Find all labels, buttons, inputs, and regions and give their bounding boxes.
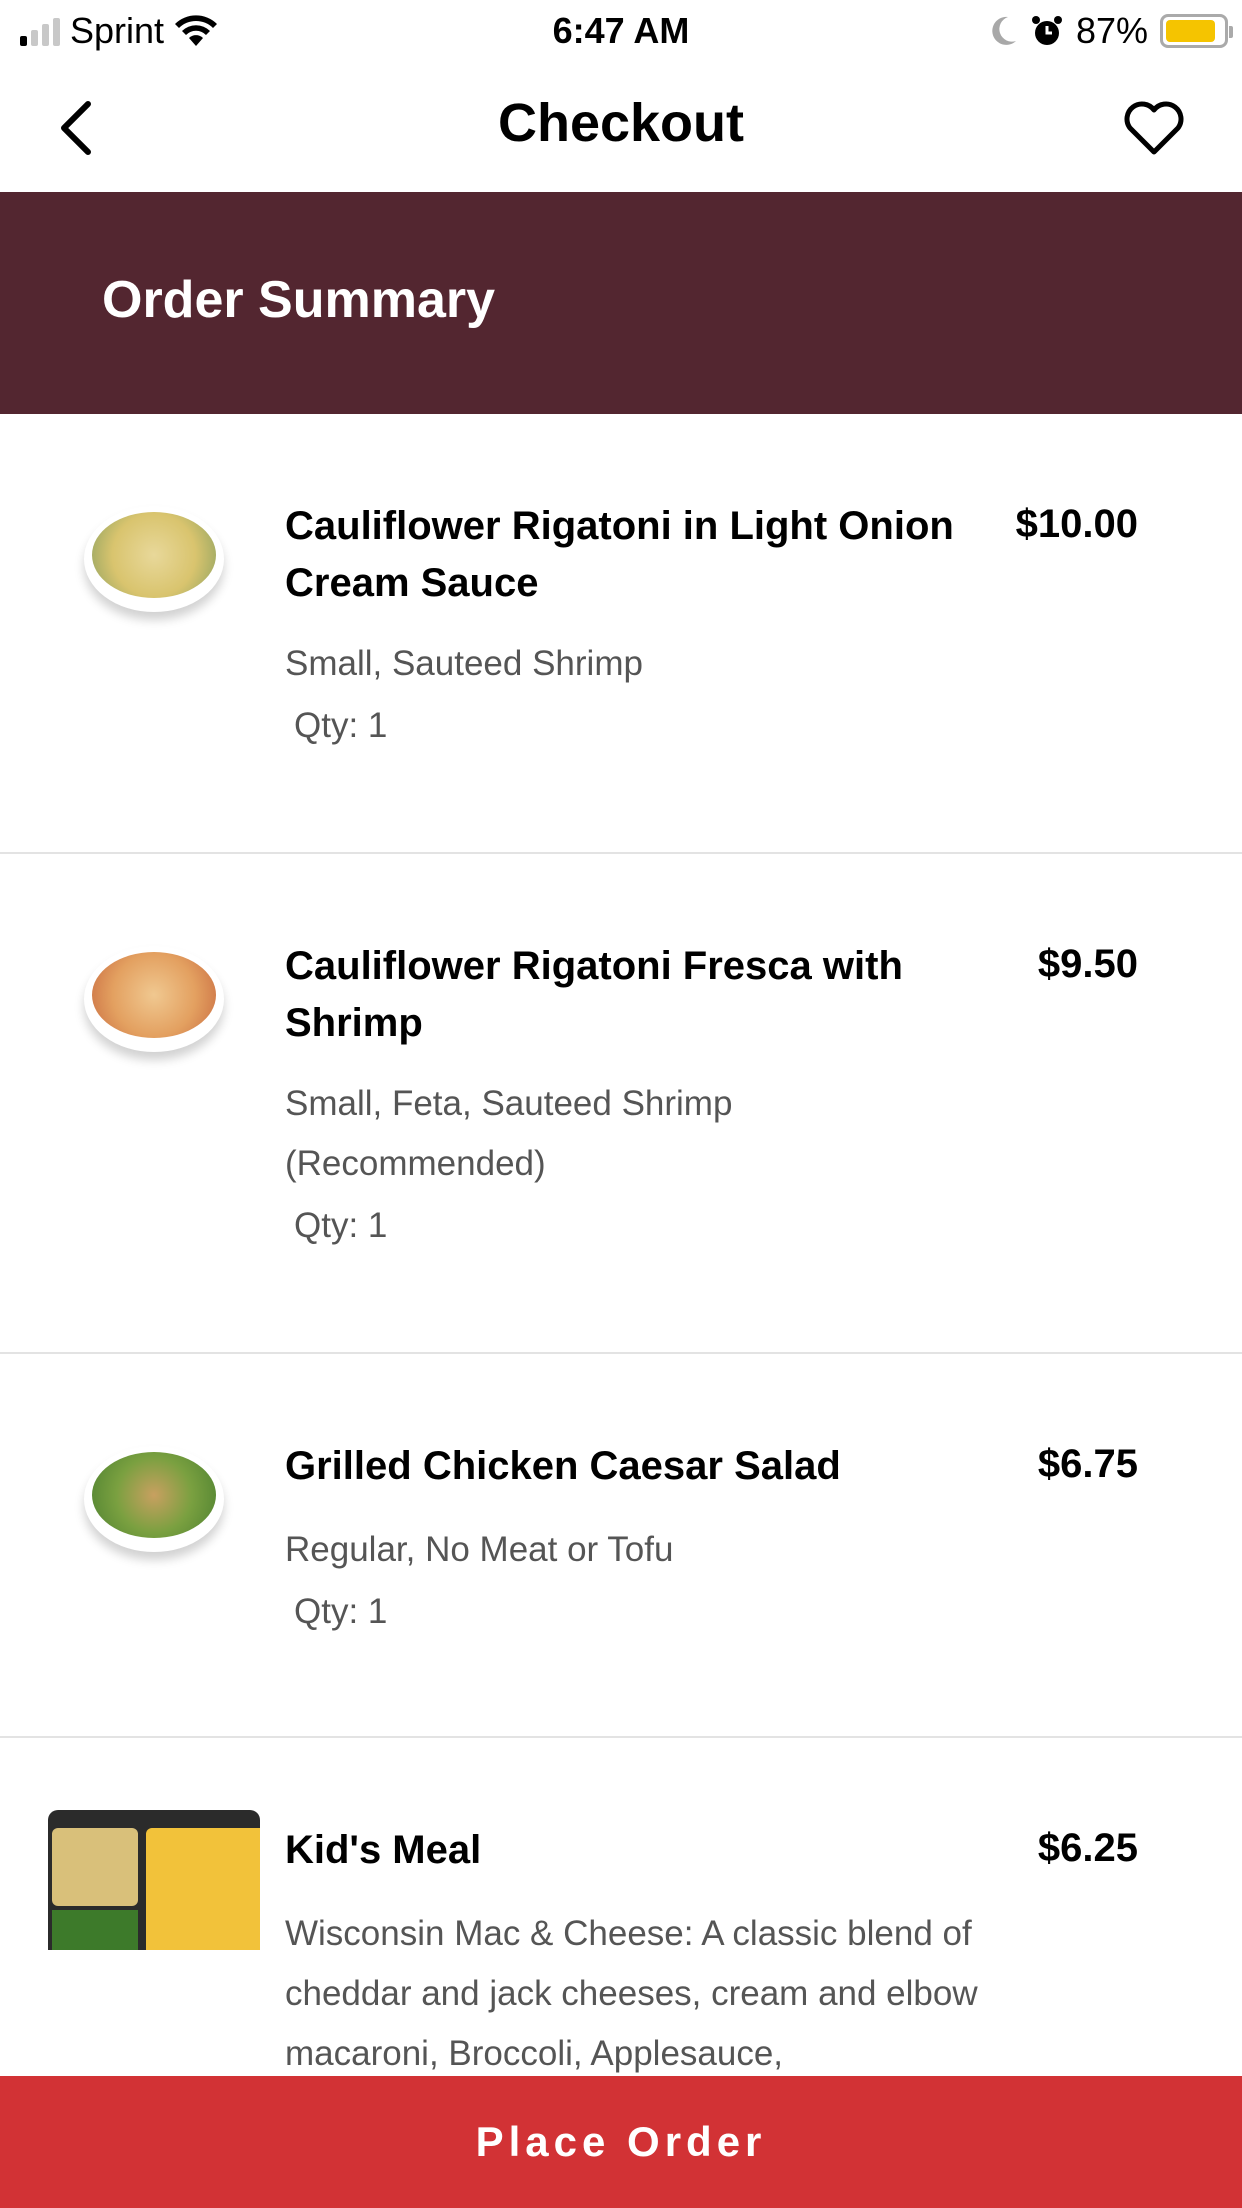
order-item[interactable]: Cauliflower Rigatoni in Light Onion Crea… (0, 414, 1242, 854)
order-item[interactable]: Grilled Chicken Caesar Salad $6.75 Regul… (0, 1354, 1242, 1738)
item-qty: Qty: 1 (294, 1206, 388, 1245)
order-summary-title: Order Summary (102, 271, 496, 329)
order-summary-header: Order Summary (0, 192, 1242, 414)
nav-bar: Checkout (0, 62, 1242, 192)
page-title: Checkout (497, 93, 745, 153)
item-options: Regular, No Meat or Tofu (285, 1530, 674, 1569)
battery-fill (1166, 20, 1215, 42)
moon-icon (992, 16, 1016, 45)
item-qty: Qty: 1 (294, 1592, 388, 1631)
alarm-icon (1031, 16, 1062, 45)
item-price: $6.75 (1037, 1442, 1138, 1486)
item-name: Cauliflower Rigatoni in Light Onion Crea… (285, 504, 954, 605)
place-order-button[interactable]: Place Order (0, 2076, 1242, 2208)
status-right: 87% (988, 10, 1233, 52)
item-qty: Qty: 1 (294, 706, 388, 745)
item-image (84, 946, 224, 1052)
order-item[interactable]: Cauliflower Rigatoni Fresca with Shrimp … (0, 854, 1242, 1354)
item-price: $9.50 (1037, 942, 1138, 986)
battery-percent: 87% (1075, 10, 1148, 51)
item-price: $10.00 (1015, 502, 1138, 546)
status-bar: Sprint 6:47 AM 87% (0, 0, 1242, 62)
item-name: Kid's Meal (285, 1828, 482, 1872)
item-image (48, 1810, 260, 1950)
item-name: Grilled Chicken Caesar Salad (285, 1444, 841, 1488)
item-price: $6.25 (1037, 1826, 1138, 1870)
heart-icon[interactable] (1122, 98, 1186, 158)
item-name: Cauliflower Rigatoni Fresca with Shrimp (285, 944, 903, 1045)
item-options: Small, Sauteed Shrimp (285, 644, 643, 683)
item-options: Small, Feta, Sauteed Shrimp (Recommended… (285, 1084, 733, 1183)
item-options: Wisconsin Mac & Cheese: A classic blend … (285, 1914, 978, 2073)
battery-icon (1160, 14, 1233, 48)
item-image (84, 506, 224, 612)
item-image (84, 1446, 224, 1552)
